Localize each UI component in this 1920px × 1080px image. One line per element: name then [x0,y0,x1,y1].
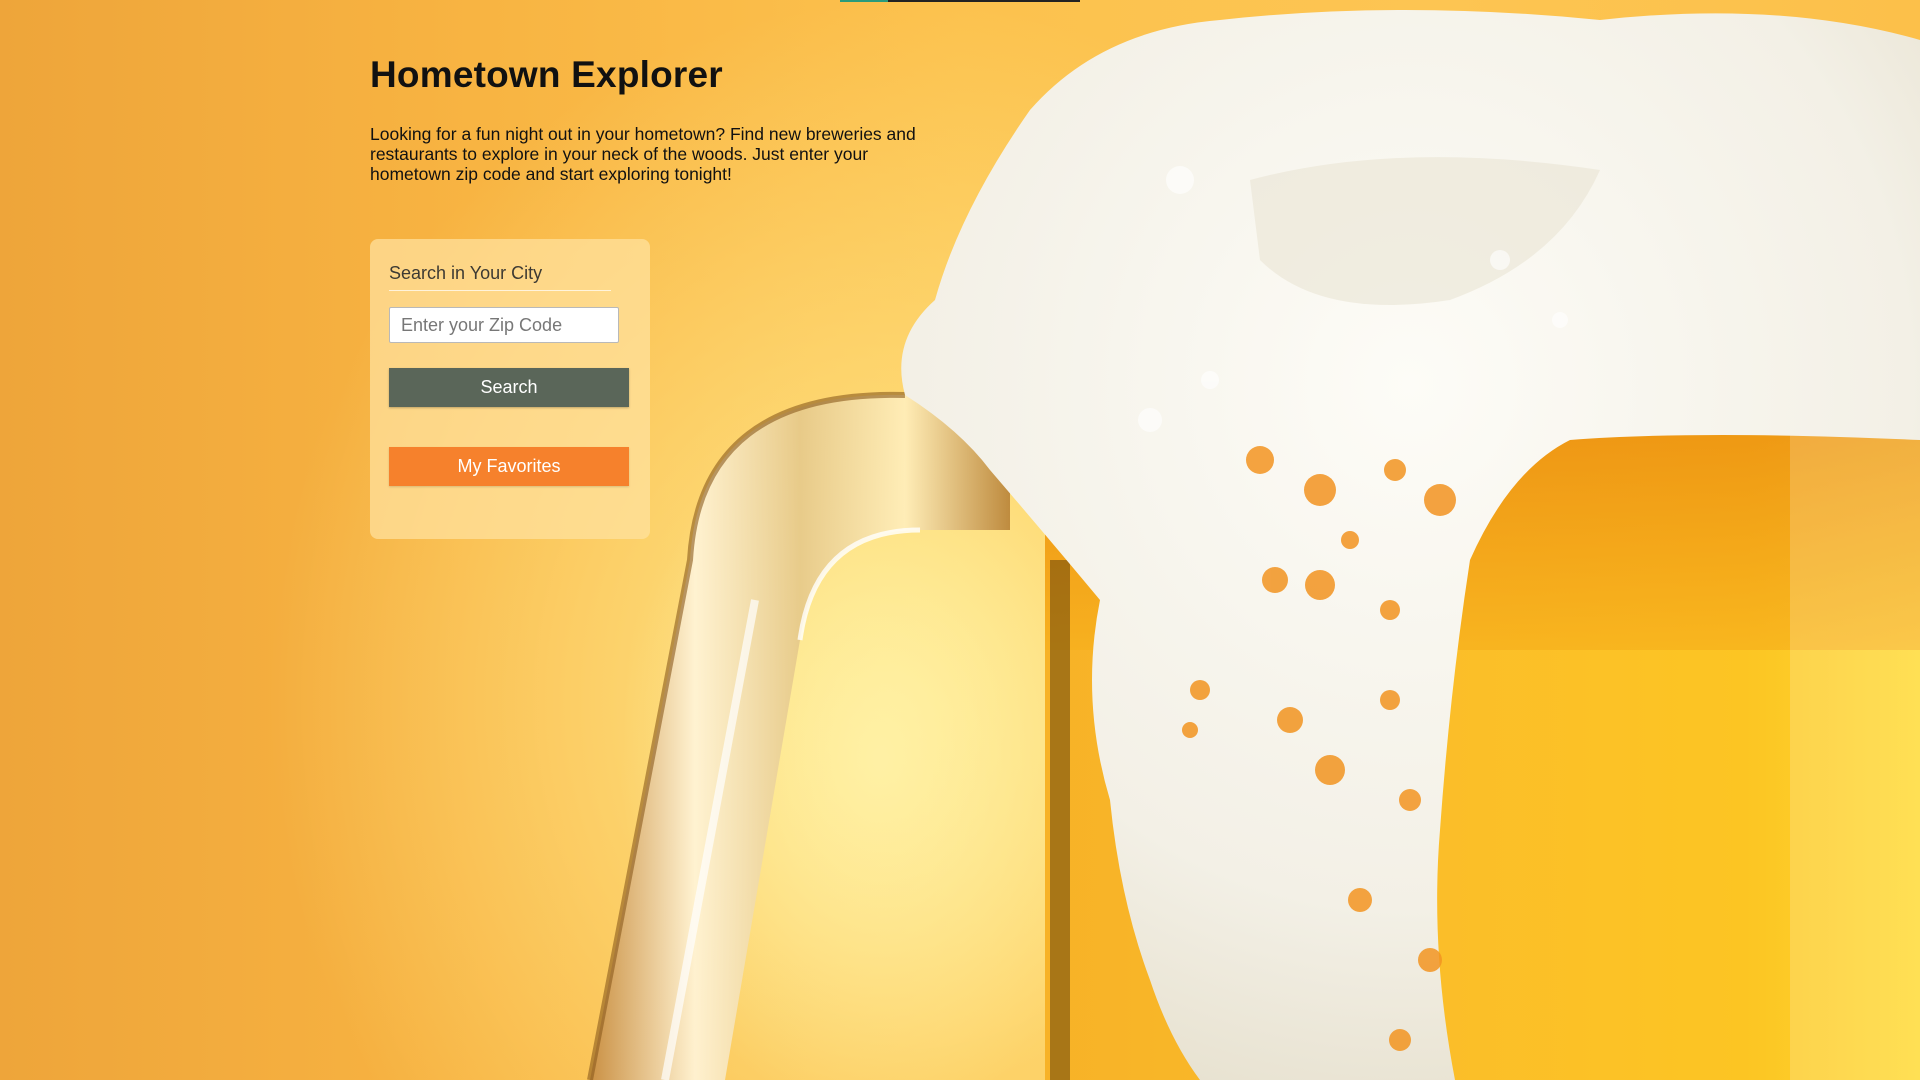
intro-section: Hometown Explorer Looking for a fun nigh… [370,0,930,184]
page-intro-text: Looking for a fun night out in your home… [370,124,916,184]
zip-code-input[interactable] [389,307,619,343]
page-title: Hometown Explorer [370,54,723,95]
search-card-title: Search in Your City [389,263,611,291]
search-button[interactable]: Search [389,368,629,407]
my-favorites-button[interactable]: My Favorites [389,447,629,486]
search-card: Search in Your City Search My Favorites [370,239,650,539]
beer-mug-background-image [587,10,1920,1080]
